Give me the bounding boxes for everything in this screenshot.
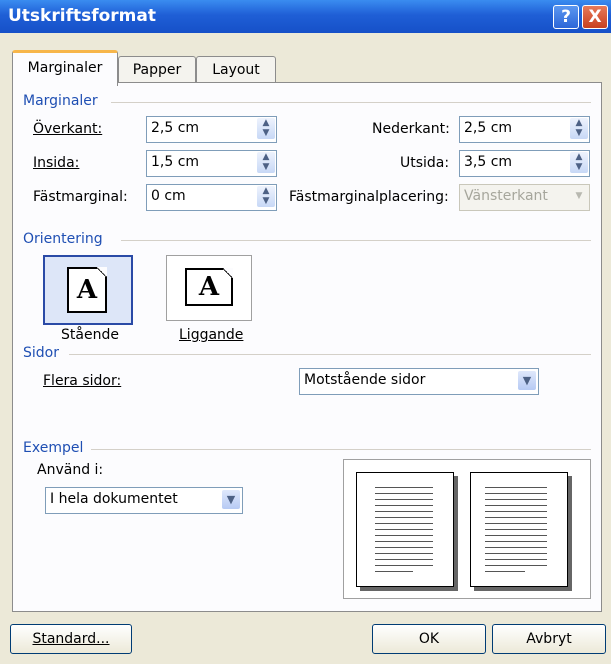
top-margin-label: Överkant: [33,121,103,137]
default-button-label: Standard... [32,631,110,647]
bottom-margin-label: Nederkant: [372,121,450,137]
tab-layout[interactable]: Layout [196,56,276,83]
spin-arrows-icon[interactable]: ▲ ▼ [570,152,588,173]
preview-left-page [356,472,454,587]
portrait-page-icon: A [67,267,107,313]
spin-arrows-icon[interactable]: ▲ ▼ [257,118,275,139]
dropdown-chevron-icon[interactable]: ▼ [222,490,240,509]
tab-panel-marginaler: Marginaler Överkant: 2,5 cm ▲ ▼ Nederkant… [12,82,602,612]
multiple-pages-select[interactable]: Motstående sidor ▼ [299,368,539,395]
dropdown-chevron-icon: ▼ [570,186,588,207]
portrait-option[interactable]: A [43,255,133,325]
multiple-pages-label: Flera sidor: [43,373,122,389]
bottom-margin-spinner[interactable]: 2,5 cm ▲ ▼ [459,116,590,143]
preview-divider [91,449,591,450]
spin-arrows-icon[interactable]: ▲ ▼ [257,186,275,207]
spin-arrows-icon[interactable]: ▲ ▼ [257,152,275,173]
pages-divider [69,354,591,355]
tab-papper[interactable]: Papper [118,56,196,83]
preview-area [343,459,591,599]
orientation-divider [121,240,591,241]
gutter-position-select: Vänsterkant ▼ [459,184,590,211]
orientation-heading: Orientering [23,231,103,247]
apply-to-value: I hela dokumentet [50,491,178,507]
tab-marginaler[interactable]: Marginaler [12,50,118,86]
landscape-label: Liggande [179,327,244,343]
preview-right-page [470,472,568,587]
dropdown-chevron-icon[interactable]: ▼ [518,371,536,390]
default-button[interactable]: Standard... [10,624,132,654]
cancel-button[interactable]: Avbryt [492,624,606,654]
page-fold [223,268,233,278]
close-icon[interactable]: X [582,5,608,29]
ok-button[interactable]: OK [372,624,486,654]
margins-divider [111,102,591,103]
window-title: Utskriftsformat [8,6,156,26]
inside-margin-value: 1,5 cm [151,154,200,170]
preview-heading: Exempel [23,440,84,456]
apply-to-select[interactable]: I hela dokumentet ▼ [45,487,243,514]
top-margin-value: 2,5 cm [151,120,200,136]
page-fold [97,267,107,277]
gutter-spinner[interactable]: 0 cm ▲ ▼ [146,184,277,211]
landscape-glyph: A [198,272,220,302]
pages-heading: Sidor [23,345,59,361]
outside-margin-spinner[interactable]: 3,5 cm ▲ ▼ [459,150,590,177]
gutter-value: 0 cm [151,188,186,204]
apply-to-label: Använd i: [37,462,104,478]
inside-margin-spinner[interactable]: 1,5 cm ▲ ▼ [146,150,277,177]
outside-margin-label: Utsida: [400,155,450,171]
gutter-position-label: Fästmarginalplacering: [289,189,449,205]
bottom-margin-value: 2,5 cm [464,120,513,136]
inside-margin-label: Insida: [33,155,80,171]
title-bar: Utskriftsformat ? X [0,0,611,33]
gutter-position-value: Vänsterkant [464,188,548,204]
outside-margin-value: 3,5 cm [464,154,513,170]
portrait-label: Stående [61,327,119,343]
landscape-option[interactable]: A [166,255,252,321]
margins-heading: Marginaler [23,93,98,109]
landscape-page-icon: A [185,268,233,306]
spin-arrows-icon[interactable]: ▲ ▼ [570,118,588,139]
portrait-glyph: A [76,275,98,305]
top-margin-spinner[interactable]: 2,5 cm ▲ ▼ [146,116,277,143]
multiple-pages-value: Motstående sidor [304,372,426,388]
gutter-label: Fästmarginal: [33,189,128,205]
help-icon[interactable]: ? [553,5,579,29]
